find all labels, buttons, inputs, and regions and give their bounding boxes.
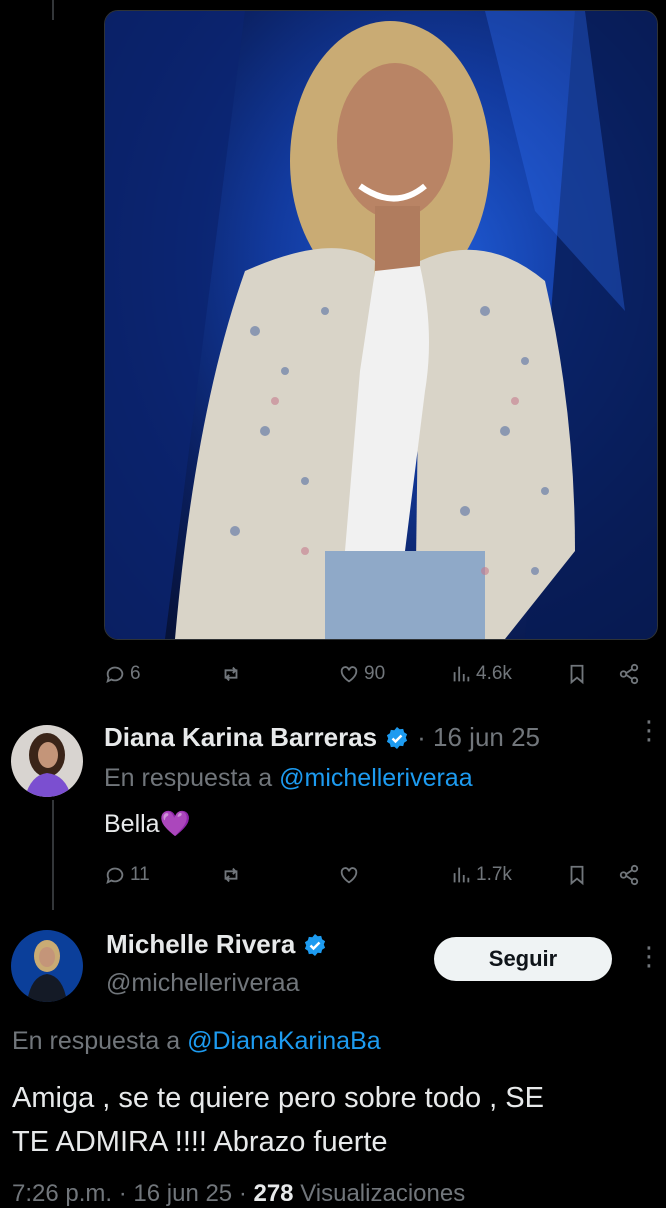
author-name-diana[interactable]: Diana Karina Barreras · 16 jun 25	[104, 722, 540, 753]
thread-connector-top	[52, 0, 54, 20]
reply-tweet-actions: 11 1.7k	[104, 862, 644, 888]
views-button[interactable]: 4.6k	[450, 663, 512, 685]
more-icon[interactable]: ⋮	[636, 943, 662, 969]
main-tweet-text-line1: Amiga , se te quiere pero sobre todo , S…	[12, 1082, 544, 1114]
heart-icon	[340, 867, 358, 884]
reply-handle-link[interactable]: @michelleriveraa	[279, 764, 473, 792]
author-name-text: Michelle Rivera	[106, 929, 296, 959]
comment-icon	[106, 867, 124, 885]
views-icon	[453, 666, 470, 682]
like-button[interactable]	[338, 864, 360, 886]
repost-icon	[224, 666, 238, 682]
like-button[interactable]: 90	[338, 663, 385, 685]
reply-handle-link[interactable]: @DianaKarinaBa	[187, 1027, 381, 1055]
verified-badge-icon	[305, 933, 326, 956]
views-icon	[453, 867, 470, 883]
share-icon	[619, 864, 639, 886]
tweet-date[interactable]: · 16 jun 25	[417, 722, 540, 753]
follow-button[interactable]: Seguir	[434, 937, 612, 981]
avatar-photo	[25, 733, 71, 797]
reply-button[interactable]: 6	[104, 663, 141, 685]
reply-prefix: En respuesta a	[104, 764, 273, 792]
bookmark-button[interactable]	[566, 864, 588, 886]
heart-icon	[340, 666, 358, 683]
author-handle[interactable]: @michelleriveraa	[106, 969, 300, 998]
reply-button[interactable]: 11	[104, 864, 150, 886]
reply-count: 11	[130, 864, 150, 885]
tweet-meta: 7:26 p.m. · 16 jun 25 · 278 Visualizacio…	[12, 1180, 465, 1208]
share-button[interactable]	[618, 864, 640, 886]
view-count: 278	[253, 1180, 294, 1207]
reply-prefix: En respuesta a	[12, 1027, 181, 1055]
author-name-michelle[interactable]: Michelle Rivera	[106, 929, 327, 960]
first-tweet-actions: 6 90 4.6k	[104, 661, 644, 687]
reply-count: 6	[130, 663, 141, 684]
reply-tweet-text: Bella💜	[104, 810, 191, 838]
share-button[interactable]	[618, 663, 640, 685]
bookmark-icon	[570, 865, 584, 886]
reply-context: En respuesta a @DianaKarinaBa	[12, 1027, 381, 1056]
view-count: 4.6k	[476, 663, 512, 684]
author-name-text: Diana Karina Barreras	[104, 722, 378, 752]
comment-icon	[106, 666, 124, 684]
tweet-time[interactable]: 7:26 p.m.	[12, 1180, 112, 1207]
avatar-michelle[interactable]	[11, 930, 83, 1002]
bookmark-button[interactable]	[566, 663, 588, 685]
avatar-photo	[27, 940, 67, 1002]
reply-context: En respuesta a @michelleriveraa	[104, 764, 473, 793]
views-button[interactable]: 1.7k	[450, 864, 512, 886]
like-count: 90	[364, 663, 386, 684]
view-count: 1.7k	[476, 864, 512, 885]
avatar-diana[interactable]	[11, 725, 83, 797]
repost-icon	[224, 867, 238, 883]
views-label: Visualizaciones	[300, 1180, 466, 1207]
tweet-date[interactable]: · 16 jun 25 ·	[119, 1180, 247, 1207]
tweet-photo[interactable]	[104, 10, 658, 640]
more-icon[interactable]: ⋮	[636, 717, 662, 743]
photo-woman-floral-jacket	[105, 11, 657, 639]
repost-button[interactable]	[220, 663, 242, 685]
verified-badge-icon	[387, 726, 408, 749]
bookmark-icon	[570, 664, 584, 685]
main-tweet-text-line2: TE ADMIRA !!!! Abrazo fuerte	[12, 1126, 388, 1158]
repost-button[interactable]	[220, 864, 242, 886]
share-icon	[619, 663, 639, 685]
thread-connector-middle	[52, 800, 54, 910]
